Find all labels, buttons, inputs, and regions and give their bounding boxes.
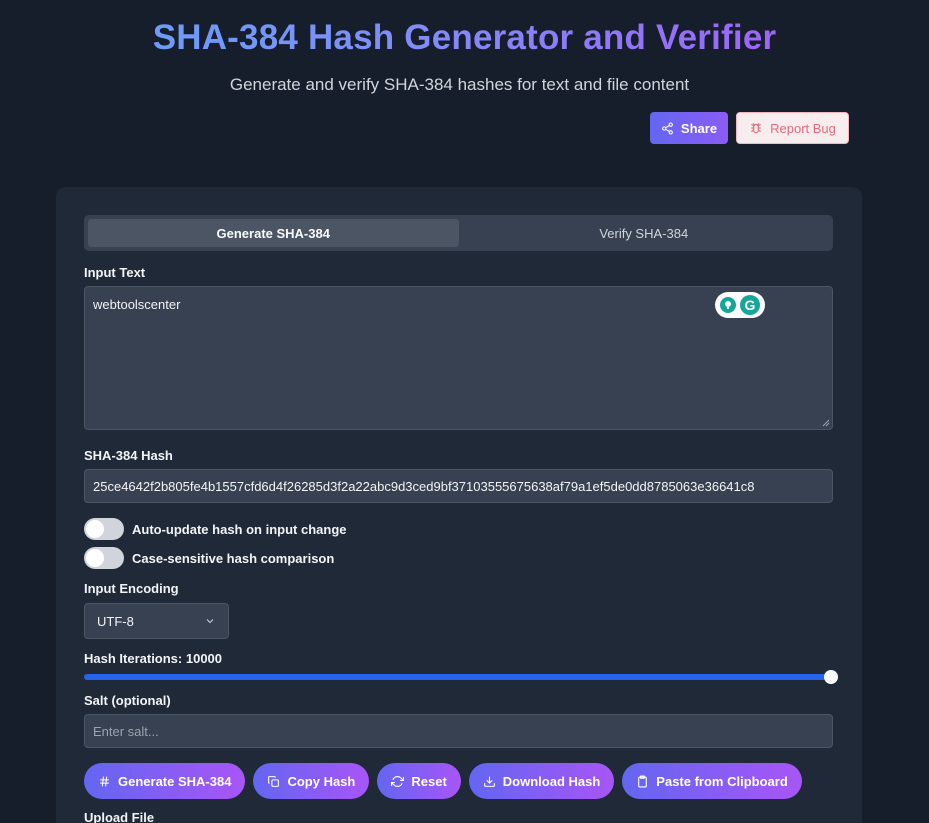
- generate-button[interactable]: Generate SHA-384: [84, 763, 246, 799]
- share-icon: [661, 122, 674, 135]
- encoding-selected-value: UTF-8: [97, 613, 134, 629]
- clipboard-icon: [636, 775, 649, 788]
- resize-handle[interactable]: [822, 419, 830, 427]
- case-sensitive-toggle-row: Case-sensitive hash comparison: [84, 547, 334, 569]
- slider-fill: [84, 674, 831, 680]
- encoding-select[interactable]: UTF-8: [84, 603, 229, 639]
- reset-button[interactable]: Reset: [377, 763, 461, 799]
- paste-label: Paste from Clipboard: [656, 773, 788, 789]
- download-hash-button[interactable]: Download Hash: [468, 763, 615, 799]
- upload-file-label: Upload File: [84, 810, 155, 823]
- grammarly-widget[interactable]: G: [715, 292, 765, 318]
- generate-label: Generate SHA-384: [118, 773, 232, 789]
- auto-update-label: Auto-update hash on input change: [132, 521, 347, 537]
- copy-hash-button[interactable]: Copy Hash: [253, 763, 370, 799]
- report-bug-label: Report Bug: [770, 120, 836, 136]
- grammarly-icon: G: [740, 295, 760, 315]
- refresh-icon: [391, 775, 405, 788]
- tab-generate[interactable]: Generate SHA-384: [88, 219, 459, 247]
- auto-update-toggle-row: Auto-update hash on input change: [84, 518, 347, 540]
- tab-verify[interactable]: Verify SHA-384: [459, 219, 830, 247]
- hash-icon: [98, 775, 111, 788]
- page-subtitle: Generate and verify SHA-384 hashes for t…: [229, 75, 690, 94]
- mode-tabs: Generate SHA-384 Verify SHA-384: [84, 215, 833, 251]
- paste-clipboard-button[interactable]: Paste from Clipboard: [622, 763, 802, 799]
- download-icon: [483, 775, 496, 788]
- chevron-down-icon: [204, 615, 216, 627]
- download-label: Download Hash: [502, 773, 601, 789]
- hash-tool-panel: Generate SHA-384 Verify SHA-384 Input Te…: [56, 187, 862, 823]
- salt-input[interactable]: [84, 714, 833, 748]
- grammarly-bulb-icon: [720, 297, 736, 313]
- toggle-knob: [86, 549, 104, 567]
- reset-label: Reset: [411, 773, 447, 789]
- bug-icon: [749, 121, 763, 135]
- input-text-value: webtoolscenter: [93, 297, 181, 312]
- case-sensitive-label: Case-sensitive hash comparison: [132, 550, 335, 566]
- copy-label: Copy Hash: [287, 773, 356, 789]
- iterations-label: Hash Iterations: 10000: [84, 651, 223, 666]
- slider-thumb[interactable]: [824, 670, 838, 684]
- salt-label: Salt (optional): [84, 693, 171, 708]
- case-sensitive-toggle[interactable]: [84, 547, 124, 569]
- report-bug-button[interactable]: Report Bug: [736, 112, 849, 144]
- share-label: Share: [680, 120, 718, 136]
- iterations-slider[interactable]: [84, 670, 838, 684]
- input-text-label: Input Text: [84, 265, 146, 280]
- share-button[interactable]: Share: [650, 112, 728, 144]
- hash-output-field[interactable]: 25ce4642f2b805fe4b1557cfd6d4f26285d3f2a2…: [84, 469, 833, 503]
- copy-icon: [267, 775, 280, 788]
- encoding-label: Input Encoding: [84, 581, 179, 596]
- page-title: SHA-384 Hash Generator and Verifier: [0, 18, 929, 58]
- header-actions: Share Report Bug: [650, 112, 849, 144]
- toggle-knob: [86, 520, 104, 538]
- hash-label: SHA-384 Hash: [84, 448, 173, 463]
- action-buttons: Generate SHA-384 Copy Hash Reset Downloa…: [84, 763, 802, 799]
- auto-update-toggle[interactable]: [84, 518, 124, 540]
- hash-output-value: 25ce4642f2b805fe4b1557cfd6d4f26285d3f2a2…: [93, 478, 755, 494]
